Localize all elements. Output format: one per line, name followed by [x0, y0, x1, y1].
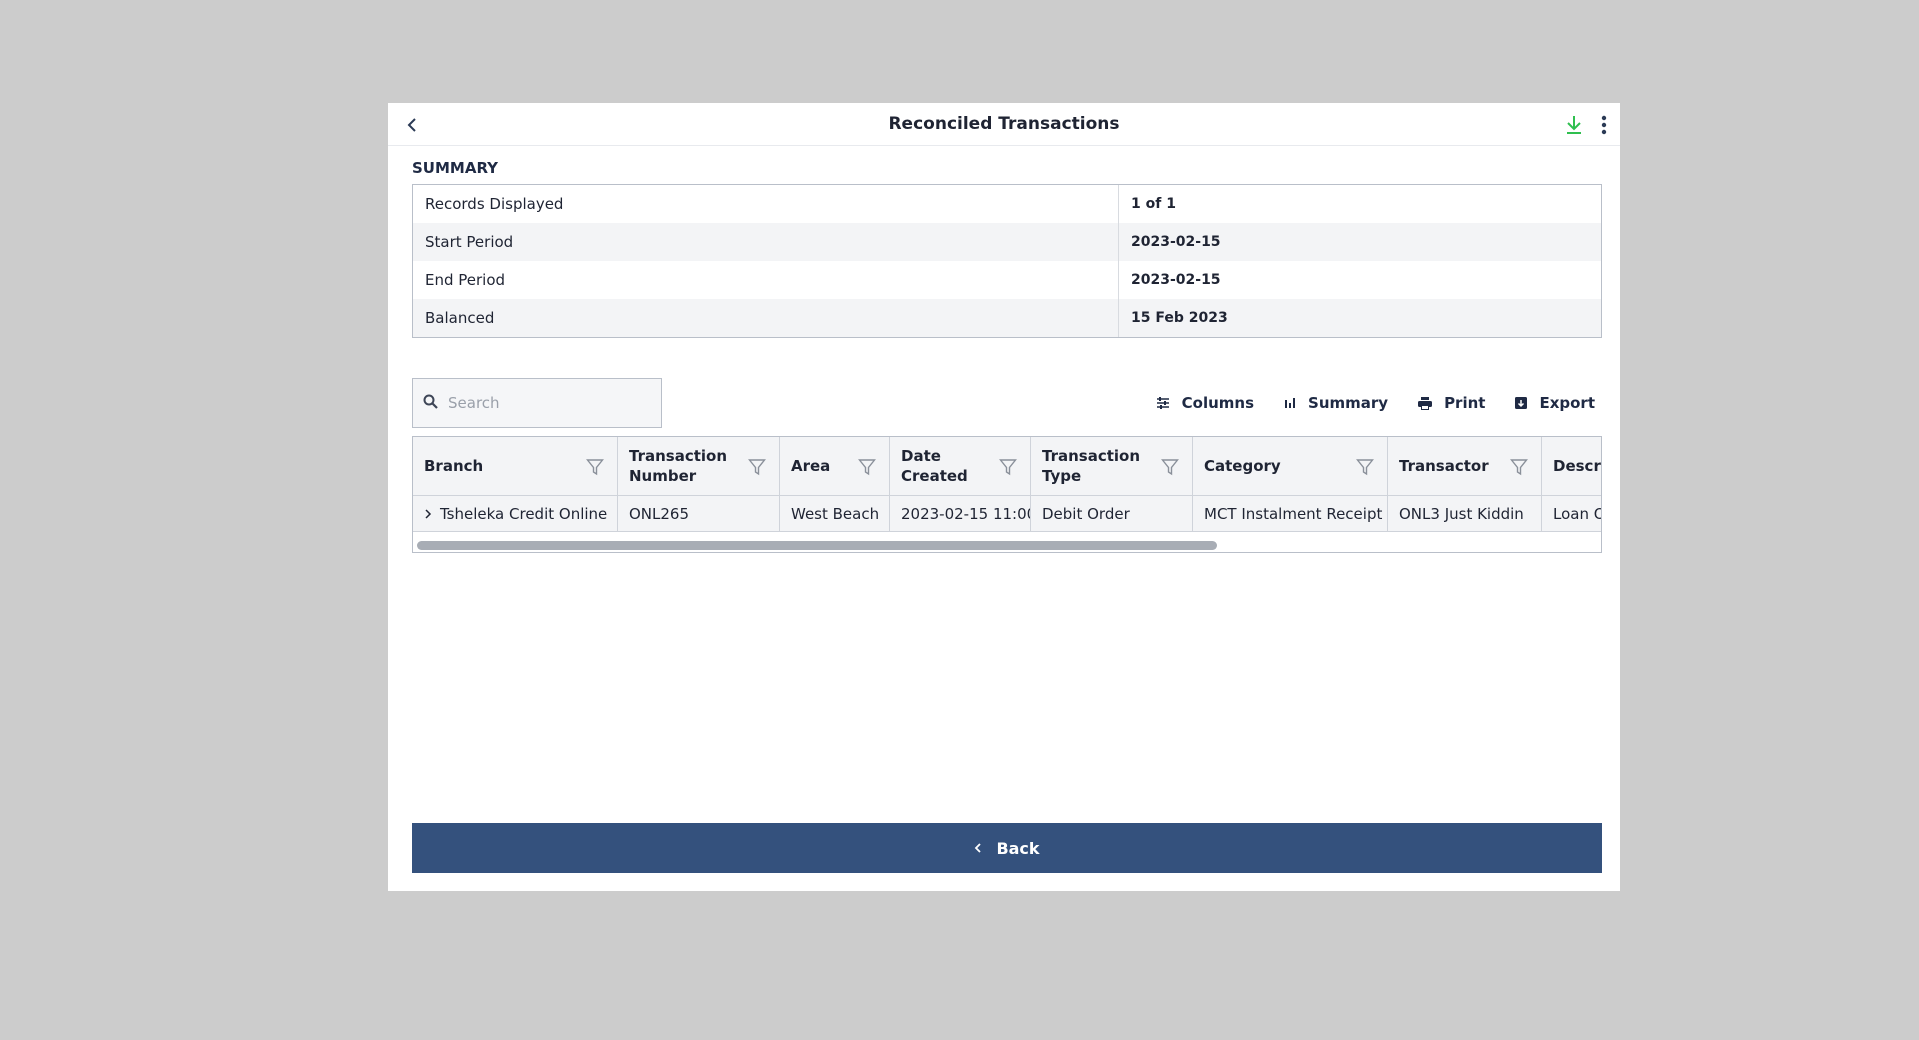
grid-toolbar: Columns Summary Print Export: [1126, 388, 1595, 418]
column-header-label: Descri: [1553, 457, 1602, 475]
column-header-category[interactable]: Category: [1193, 437, 1388, 495]
column-header-label: Transaction Number: [629, 447, 728, 485]
search-box: [412, 378, 662, 428]
columns-label: Columns: [1181, 394, 1255, 412]
more-vertical-icon[interactable]: [1597, 114, 1611, 136]
column-header-date-created[interactable]: Date Created: [890, 437, 1031, 495]
summary-key: Start Period: [413, 223, 1119, 261]
column-header-label: Transaction Type: [1042, 447, 1141, 485]
columns-button[interactable]: Columns: [1156, 394, 1254, 412]
summary-row: Start Period 2023-02-15: [413, 223, 1601, 261]
search-input[interactable]: [446, 393, 646, 413]
cell-text: Tsheleka Credit Online: [440, 504, 608, 523]
cell-transaction-type: Debit Order: [1031, 496, 1193, 531]
reconciled-transactions-dialog: Reconciled Transactions SUMMARY Records …: [388, 103, 1620, 891]
filter-icon[interactable]: [747, 457, 767, 477]
summary-value: 2023-02-15: [1131, 234, 1221, 250]
filter-icon[interactable]: [1509, 457, 1529, 477]
cell-date-created: 2023-02-15 11:00: [890, 496, 1031, 531]
cell-transaction-number: ONL265: [618, 496, 780, 531]
filter-icon[interactable]: [998, 457, 1018, 477]
cell-transactor: ONL3 Just Kiddin: [1388, 496, 1542, 531]
grid-header: Branch Transaction Number Area Date Crea…: [413, 437, 1602, 496]
summary-label: Summary: [1308, 394, 1389, 412]
page-title: Reconciled Transactions: [888, 114, 1120, 134]
chevron-right-icon[interactable]: [424, 508, 432, 520]
export-button[interactable]: Export: [1515, 394, 1595, 412]
summary-key: Balanced: [413, 299, 1119, 337]
transactions-grid: Branch Transaction Number Area Date Crea…: [412, 436, 1602, 553]
filter-icon[interactable]: [1160, 457, 1180, 477]
cell-branch: Tsheleka Credit Online: [413, 496, 618, 531]
column-header-label: Transactor: [1399, 457, 1489, 475]
column-header-description[interactable]: Descri: [1542, 437, 1602, 495]
summary-button[interactable]: Summary: [1284, 394, 1388, 412]
column-header-label: Date Created: [901, 447, 968, 485]
print-button[interactable]: Print: [1418, 394, 1485, 412]
column-header-label: Category: [1204, 457, 1281, 475]
column-header-transactor[interactable]: Transactor: [1388, 437, 1542, 495]
summary-row: Records Displayed 1 of 1: [413, 185, 1601, 223]
back-button-label: Back: [996, 838, 1040, 858]
filter-icon[interactable]: [857, 457, 877, 477]
printer-icon: [1418, 396, 1433, 410]
summary-key: End Period: [413, 261, 1119, 299]
export-icon: [1515, 397, 1528, 409]
grid-content: Branch Transaction Number Area Date Crea…: [413, 437, 1602, 532]
download-icon[interactable]: [1563, 114, 1585, 136]
cell-category: MCT Instalment Receipt: [1193, 496, 1388, 531]
summary-value: 15 Feb 2023: [1131, 310, 1228, 326]
search-icon: [423, 394, 438, 413]
filter-icon[interactable]: [585, 457, 605, 477]
column-header-branch[interactable]: Branch: [413, 437, 618, 495]
column-header-label: Area: [791, 457, 831, 475]
summary-value: 2023-02-15: [1131, 272, 1221, 288]
column-header-label: Branch: [424, 457, 484, 475]
horizontal-scrollbar[interactable]: [417, 541, 1217, 550]
summary-value: 1 of 1: [1131, 196, 1176, 212]
summary-row: End Period 2023-02-15: [413, 261, 1601, 299]
summary-row: Balanced 15 Feb 2023: [413, 299, 1601, 337]
summary-key: Records Displayed: [413, 185, 1119, 223]
summary-table: Records Displayed 1 of 1 Start Period 20…: [412, 184, 1602, 338]
filter-icon[interactable]: [1355, 457, 1375, 477]
cell-area: West Beach: [780, 496, 890, 531]
print-label: Print: [1444, 394, 1486, 412]
dialog-header: Reconciled Transactions: [388, 103, 1620, 146]
export-label: Export: [1539, 394, 1595, 412]
back-button[interactable]: Back: [412, 823, 1602, 873]
cell-description: Loan O: [1542, 496, 1601, 531]
table-row[interactable]: Tsheleka Credit Online ONL265 West Beach…: [413, 496, 1601, 532]
summary-heading: SUMMARY: [412, 159, 499, 177]
bar-chart-icon: [1284, 397, 1296, 409]
sliders-icon: [1156, 396, 1170, 410]
column-header-area[interactable]: Area: [780, 437, 890, 495]
column-header-transaction-number[interactable]: Transaction Number: [618, 437, 780, 495]
column-header-transaction-type[interactable]: Transaction Type: [1031, 437, 1193, 495]
chevron-left-icon: [974, 842, 982, 854]
